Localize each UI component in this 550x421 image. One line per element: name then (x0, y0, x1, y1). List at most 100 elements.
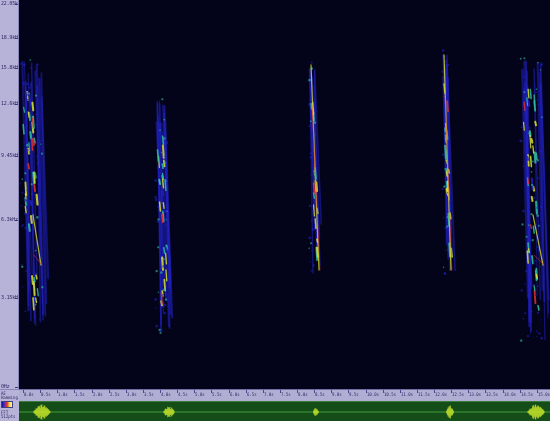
spectrogram-speck (163, 209, 167, 213)
spectrogram-speck (524, 312, 526, 314)
spectrogram-streak (535, 152, 538, 161)
waveform-view[interactable] (19, 401, 550, 421)
spectrogram-speck (310, 269, 313, 272)
spectrogram-speck (521, 223, 524, 226)
spectrogram-speck (26, 93, 29, 97)
spectrogram-speck (310, 61, 313, 64)
spectrogram-speck (165, 141, 169, 144)
spectrogram-streak (447, 168, 451, 174)
spectrogram-streak (533, 284, 536, 292)
spectrogram-speck (314, 224, 316, 226)
spectrogram-speck (154, 195, 157, 199)
spectrogram-speck (158, 150, 161, 152)
spectrogram-streak (27, 111, 30, 118)
spectrogram-streak (312, 182, 316, 195)
spectrogram-streak (535, 273, 539, 279)
spectrogram-speck (309, 242, 313, 245)
spectrogram-speck (533, 262, 535, 265)
spectrogram-speck (536, 214, 539, 217)
frequency-tick (15, 220, 18, 221)
spectrogram-speck (530, 213, 533, 216)
spectrogram-speck (35, 123, 38, 126)
frequency-tick (15, 38, 18, 39)
spectrogram-speck (24, 198, 28, 202)
spectrogram-speck (23, 63, 26, 67)
spectrogram-speck (162, 265, 165, 268)
spectrogram-speck (24, 212, 27, 215)
frequency-tick (15, 4, 18, 5)
spectrogram-speck (157, 205, 160, 208)
waveform-canvas (19, 404, 550, 420)
frequency-axis: 22.05kHz18.9kHz15.8kHz12.6kHz9.45kHz6.3k… (0, 0, 19, 389)
spectrogram-speck (26, 92, 29, 94)
spectrogram-speck (26, 98, 29, 101)
spectrogram-speck (165, 206, 168, 208)
spectrogram-streak (533, 290, 537, 305)
spectrogram-speck (159, 331, 162, 335)
time-ruler[interactable]: 0.0s 0.5s 1.0s 1.5s 2.0s 2.5s 3.0s 3.5s 4.0s 4.5s… (19, 389, 550, 401)
spectrogram-streak (29, 215, 33, 224)
spectrogram-speck (541, 116, 543, 119)
spectrogram-streak (527, 100, 531, 107)
spectrogram-speck (446, 249, 449, 251)
spectrogram-speck (540, 336, 543, 340)
spectrogram-speck (532, 283, 535, 286)
spectrogram-speck (162, 210, 165, 212)
spectrogram-speck (166, 161, 168, 164)
spectrogram-speck (34, 249, 37, 252)
spectrogram-speck (20, 205, 23, 207)
spectrogram-speck (165, 180, 167, 182)
spectrogram-streak (162, 202, 165, 209)
frequency-tick (15, 104, 18, 105)
time-label: 15.0s (538, 392, 550, 397)
spectrogram-speck (161, 134, 164, 136)
spectrogram-streak (529, 155, 533, 168)
spectrogram-speck (309, 120, 312, 123)
spectrogram-view[interactable] (19, 0, 550, 389)
spectrogram-speck (157, 246, 160, 249)
spectrogram-streak (533, 94, 536, 107)
spectrogram-speck (523, 210, 525, 212)
spectrogram-speck (21, 263, 23, 266)
spectrogram-streak (22, 123, 25, 135)
spectrogram-speck (23, 120, 26, 123)
spectrogram-streak (32, 281, 36, 297)
frequency-tick (15, 156, 18, 157)
spectrogram-streak (28, 93, 32, 107)
spectrogram-streak (444, 137, 447, 144)
spectrogram-speck (31, 201, 33, 204)
spectrogram-speck (29, 59, 32, 61)
spectrogram-speck (311, 228, 315, 232)
spectrogram-streak (31, 117, 35, 128)
spectrogram-speck (39, 318, 41, 321)
spectrogram-speck (535, 88, 538, 90)
time-label: 2.0s (93, 392, 103, 397)
time-label: 1.5s (75, 392, 85, 397)
spectrogram-streak (161, 144, 165, 159)
spectrogram-speck (155, 269, 158, 273)
spectrogram-speck (534, 259, 537, 263)
spectrogram-streak (29, 199, 33, 207)
spectrogram-speck (36, 63, 39, 66)
spectrogram-speck (527, 224, 530, 226)
time-label: 12.0s (435, 392, 448, 397)
spectrogram-speck (161, 131, 164, 134)
spectrogram-speck (24, 226, 28, 230)
spectrogram-speck (535, 330, 538, 333)
spectrogram-speck (156, 220, 160, 223)
spectrogram-speck (523, 91, 526, 94)
time-label: 8.0s (298, 392, 308, 397)
spectrogram-speck (447, 139, 450, 142)
time-label: 0.5s (41, 392, 51, 397)
spectrogram-speck (24, 172, 27, 175)
time-label: 0.0s (24, 392, 34, 397)
time-label: 9.5s (349, 392, 359, 397)
color-palette-swatch[interactable] (1, 401, 13, 408)
spectrogram-speck (537, 285, 539, 288)
spectrogram-streak (156, 149, 160, 162)
spectrogram-speck (158, 100, 161, 102)
time-label: 5.0s (195, 392, 205, 397)
window-function-label: Hamming (1, 395, 18, 400)
spectrogram-speck (34, 303, 37, 306)
spectrogram-speck (528, 148, 530, 150)
